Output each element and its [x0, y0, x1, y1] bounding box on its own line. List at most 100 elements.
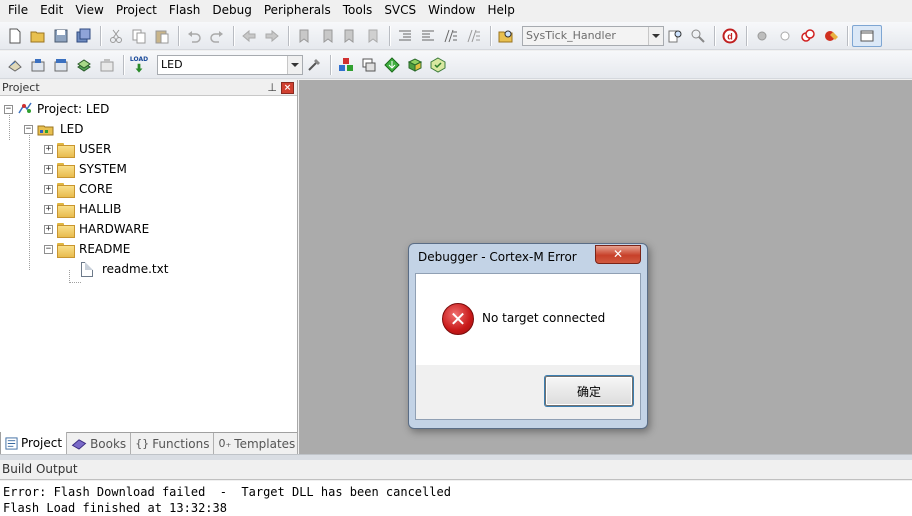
breakpoint-insert-icon[interactable]	[751, 25, 773, 47]
select-packs-icon[interactable]	[404, 54, 426, 76]
tree-file-readme[interactable]: readme.txt	[81, 259, 168, 279]
menu-view[interactable]: View	[69, 0, 109, 21]
build-output-line: Error: Flash Download failed - Target DL…	[3, 485, 451, 499]
load-label: LOAD	[129, 55, 149, 63]
menu-peripherals[interactable]: Peripherals	[258, 0, 337, 21]
manage-components-icon[interactable]	[335, 54, 357, 76]
pin-icon[interactable]: ⊥	[267, 80, 277, 96]
file-extensions-icon[interactable]	[358, 54, 380, 76]
group-label: HALLIB	[79, 202, 122, 216]
target-options-icon[interactable]	[303, 54, 325, 76]
collapse-icon[interactable]: −	[24, 124, 33, 134]
tree-group-system[interactable]: + SYSTEM	[44, 159, 127, 179]
breakpoint-enable-icon[interactable]	[774, 25, 796, 47]
tree-group-core[interactable]: + CORE	[44, 179, 113, 199]
menu-edit[interactable]: Edit	[34, 0, 69, 21]
save-icon[interactable]	[50, 25, 72, 47]
undo-icon[interactable]	[183, 25, 205, 47]
toolbar-separator	[123, 54, 124, 75]
target-combo[interactable]: LED	[157, 54, 303, 75]
nav-back-icon[interactable]	[238, 25, 260, 47]
find-icon[interactable]	[664, 25, 686, 47]
expand-icon[interactable]: +	[44, 144, 53, 154]
project-icon	[5, 436, 18, 450]
project-root-icon	[18, 102, 32, 114]
books-icon	[71, 439, 87, 450]
tab-books[interactable]: Books	[67, 433, 132, 454]
menu-tools[interactable]: Tools	[337, 0, 379, 21]
save-all-icon[interactable]	[73, 25, 95, 47]
collapse-icon[interactable]: −	[44, 244, 53, 254]
chevron-down-icon[interactable]	[648, 26, 663, 45]
menu-file[interactable]: File	[2, 0, 34, 21]
templates-icon: 0₊	[218, 437, 232, 450]
menu-project[interactable]: Project	[110, 0, 163, 21]
uncomment-icon[interactable]	[463, 25, 485, 47]
target-icon	[37, 125, 54, 136]
tree-target-led[interactable]: − LED	[24, 119, 84, 139]
debug-session-icon[interactable]: d	[719, 25, 741, 47]
target-label: LED	[60, 122, 84, 136]
nav-forward-icon[interactable]	[261, 25, 283, 47]
tab-templates[interactable]: 0₊ Templates	[214, 433, 301, 454]
pack-installer-icon[interactable]	[381, 54, 403, 76]
close-icon[interactable]: ✕	[595, 245, 641, 264]
toolbar-separator	[178, 25, 179, 46]
menu-help[interactable]: Help	[481, 0, 520, 21]
translate-icon[interactable]	[4, 54, 26, 76]
open-folder-icon[interactable]	[27, 25, 49, 47]
cut-icon[interactable]	[105, 25, 127, 47]
tree-project-root[interactable]: − Project: LED	[4, 99, 109, 119]
stop-build-icon[interactable]	[96, 54, 118, 76]
indent-icon[interactable]	[394, 25, 416, 47]
menu-debug[interactable]: Debug	[206, 0, 257, 21]
close-icon[interactable]: ×	[281, 82, 294, 94]
tree-group-hallib[interactable]: + HALLIB	[44, 199, 121, 219]
toolbar-separator	[847, 25, 848, 46]
dialog-title: Debugger - Cortex-M Error	[418, 250, 577, 264]
tab-functions[interactable]: {} Functions	[131, 433, 215, 454]
prev-bookmark-icon[interactable]	[316, 25, 338, 47]
clear-bookmarks-icon[interactable]	[362, 25, 384, 47]
tab-project[interactable]: Project	[0, 432, 68, 454]
build-icon[interactable]	[27, 54, 49, 76]
rebuild-icon[interactable]	[50, 54, 72, 76]
folder-icon	[57, 222, 75, 238]
paste-icon[interactable]	[151, 25, 173, 47]
ok-button[interactable]: 确定	[545, 376, 633, 406]
build-output-pane[interactable]: Error: Flash Download failed - Target DL…	[0, 481, 912, 516]
tree-group-hardware[interactable]: + HARDWARE	[44, 219, 149, 239]
expand-icon[interactable]: +	[44, 224, 53, 234]
download-icon[interactable]: LOAD	[128, 54, 150, 76]
window-config-icon[interactable]	[852, 24, 882, 47]
new-file-icon[interactable]	[4, 25, 26, 47]
tree-group-user[interactable]: + USER	[44, 139, 111, 159]
folder-icon	[57, 162, 75, 178]
expand-icon[interactable]: +	[44, 184, 53, 194]
redo-icon[interactable]	[206, 25, 228, 47]
breakpoint-disable-all-icon[interactable]	[797, 25, 819, 47]
collapse-icon[interactable]: −	[4, 104, 13, 114]
bookmark-icon[interactable]	[293, 25, 315, 47]
menu-bar: File Edit View Project Flash Debug Perip…	[0, 0, 912, 21]
copy-icon[interactable]	[128, 25, 150, 47]
menu-svcs[interactable]: SVCS	[378, 0, 422, 21]
project-panel: Project ⊥ × − Project: LED − LED + USER …	[0, 80, 301, 454]
expand-icon[interactable]: +	[44, 164, 53, 174]
menu-flash[interactable]: Flash	[163, 0, 206, 21]
menu-window[interactable]: Window	[422, 0, 481, 21]
expand-icon[interactable]: +	[44, 204, 53, 214]
next-bookmark-icon[interactable]	[339, 25, 361, 47]
tree-group-readme[interactable]: − README	[44, 239, 130, 259]
breakpoint-kill-all-icon[interactable]	[820, 25, 842, 47]
unindent-icon[interactable]	[417, 25, 439, 47]
build-toolbar: LOAD LED	[0, 51, 912, 79]
run-time-env-icon[interactable]	[427, 54, 449, 76]
batch-build-icon[interactable]	[73, 54, 95, 76]
find-in-files-icon[interactable]	[495, 25, 517, 47]
chevron-down-icon[interactable]	[287, 55, 302, 74]
comment-icon[interactable]	[440, 25, 462, 47]
toolbar-separator	[389, 25, 390, 46]
function-combo[interactable]: SysTick_Handler	[522, 25, 664, 46]
incremental-find-icon[interactable]	[687, 25, 709, 47]
